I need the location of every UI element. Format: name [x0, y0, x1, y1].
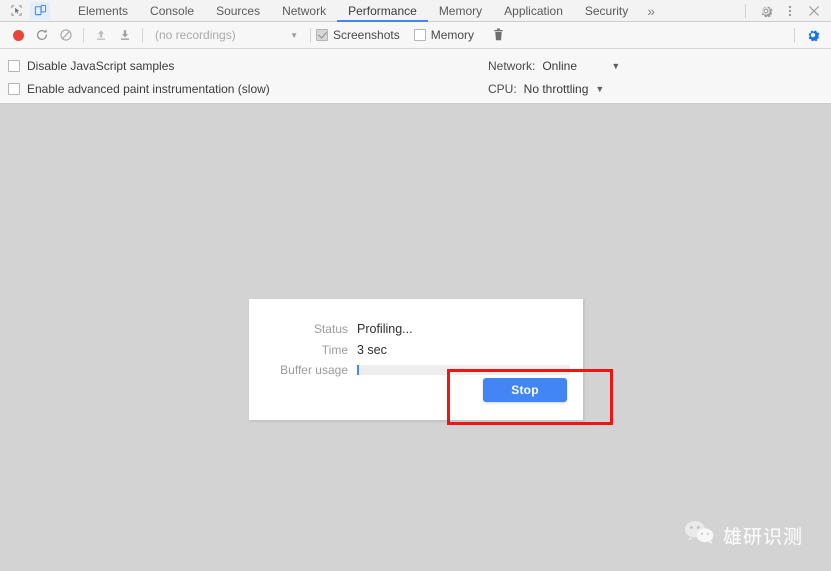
recording-status-fields: Status Profiling... Time 3 sec Buffer us…	[249, 318, 583, 379]
advanced-paint-label: Enable advanced paint instrumentation (s…	[27, 81, 270, 96]
wechat-logo-icon	[684, 520, 715, 551]
status-value: Profiling...	[357, 321, 413, 336]
chevron-down-icon: ▼	[290, 30, 298, 40]
tabbar-right-actions	[745, 0, 831, 21]
stop-button[interactable]: Stop	[483, 378, 567, 402]
network-label: Network:	[488, 58, 536, 73]
inspect-element-icon[interactable]	[6, 2, 26, 20]
recordings-value: (no recordings)	[155, 28, 236, 42]
network-value[interactable]: Online	[542, 59, 604, 73]
tab-network[interactable]: Network	[271, 1, 337, 22]
more-tabs-button[interactable]: »	[639, 1, 663, 22]
capture-settings-left: Disable JavaScript samples Enable advanc…	[8, 54, 438, 100]
cpu-value[interactable]: No throttling	[524, 82, 589, 96]
gear-icon[interactable]	[755, 1, 777, 21]
controlbar-divider-1	[83, 27, 84, 43]
screenshots-checkbox[interactable]: Screenshots	[316, 28, 400, 42]
capture-settings-pane: Disable JavaScript samples Enable advanc…	[0, 49, 831, 104]
capture-settings-right: Network: Online ▼ CPU: No throttling ▼	[488, 54, 620, 100]
tab-console[interactable]: Console	[139, 1, 205, 22]
chevron-down-icon[interactable]: ▼	[595, 84, 604, 94]
controlbar-right	[794, 24, 831, 46]
buffer-usage-row: Buffer usage	[249, 360, 583, 379]
controlbar-divider-2	[142, 27, 143, 43]
tab-elements[interactable]: Elements	[67, 1, 139, 22]
tabbar-right-divider	[745, 3, 746, 18]
close-icon[interactable]	[803, 1, 825, 21]
time-label: Time	[321, 342, 348, 357]
clear-recording-button[interactable]	[54, 24, 78, 46]
disable-js-samples-box	[8, 59, 20, 72]
buffer-usage-fill	[357, 364, 359, 375]
tab-label: Security	[584, 3, 629, 18]
tab-label: Elements	[78, 3, 129, 18]
watermark: 雄研识测	[684, 520, 803, 551]
screenshots-label: Screenshots	[333, 28, 400, 42]
tab-label: Performance	[348, 3, 417, 18]
tab-label: Console	[150, 3, 195, 18]
time-value: 3 sec	[357, 342, 387, 357]
devtools-tabbar: Elements Console Sources Network Perform…	[0, 0, 831, 22]
advanced-paint-checkbox[interactable]: Enable advanced paint instrumentation (s…	[8, 77, 438, 100]
chevron-down-icon[interactable]: ▼	[611, 61, 620, 71]
devtools-window: Elements Console Sources Network Perform…	[0, 0, 831, 571]
device-toolbar-icon[interactable]	[30, 1, 50, 20]
devtools-panel-tabs: Elements Console Sources Network Perform…	[67, 0, 745, 22]
tab-label: Sources	[216, 3, 261, 18]
save-profile-button[interactable]	[113, 24, 137, 46]
capture-settings-button[interactable]	[801, 24, 825, 46]
advanced-paint-box	[8, 82, 20, 95]
tabbar-tool-icons	[0, 0, 67, 21]
chevron-double-right-icon: »	[647, 2, 656, 19]
network-throttling-row: Network: Online ▼	[488, 54, 620, 77]
memory-checkbox-box	[413, 29, 426, 41]
buffer-usage-progressbar	[357, 364, 570, 375]
controlbar-divider-3	[310, 27, 311, 43]
recording-status-dialog: Status Profiling... Time 3 sec Buffer us…	[249, 299, 583, 420]
screenshots-checkbox-box	[316, 29, 328, 41]
tab-label: Network	[282, 3, 327, 18]
cpu-label: CPU:	[488, 81, 517, 96]
memory-checkbox[interactable]: Memory	[413, 28, 475, 42]
recordings-dropdown[interactable]: (no recordings) ▼	[148, 24, 305, 46]
disable-js-samples-checkbox[interactable]: Disable JavaScript samples	[8, 54, 438, 77]
load-profile-button[interactable]	[89, 24, 113, 46]
tab-security[interactable]: Security	[574, 1, 639, 22]
controlbar-divider-4	[794, 27, 795, 43]
tab-application[interactable]: Application	[493, 1, 574, 22]
status-label: Status	[313, 321, 348, 336]
collect-garbage-button[interactable]	[486, 24, 510, 46]
record-button[interactable]	[6, 24, 30, 46]
performance-control-bar: (no recordings) ▼ Screenshots Memory	[0, 22, 831, 49]
watermark-text: 雄研识测	[723, 526, 804, 548]
disable-js-samples-label: Disable JavaScript samples	[27, 58, 175, 73]
tab-label: Memory	[438, 3, 483, 18]
more-options-icon[interactable]	[779, 1, 801, 21]
record-icon	[12, 29, 24, 41]
status-row: Status Profiling...	[249, 318, 583, 339]
buffer-usage-label: Buffer usage	[280, 362, 348, 377]
cpu-throttling-row: CPU: No throttling ▼	[488, 77, 620, 100]
time-row: Time 3 sec	[249, 339, 583, 360]
tab-label: Application	[504, 3, 563, 18]
memory-label: Memory	[430, 28, 475, 42]
tab-memory[interactable]: Memory	[428, 1, 493, 22]
tab-performance[interactable]: Performance	[337, 1, 428, 22]
tab-sources[interactable]: Sources	[205, 1, 271, 22]
reload-and-record-button[interactable]	[30, 24, 54, 46]
